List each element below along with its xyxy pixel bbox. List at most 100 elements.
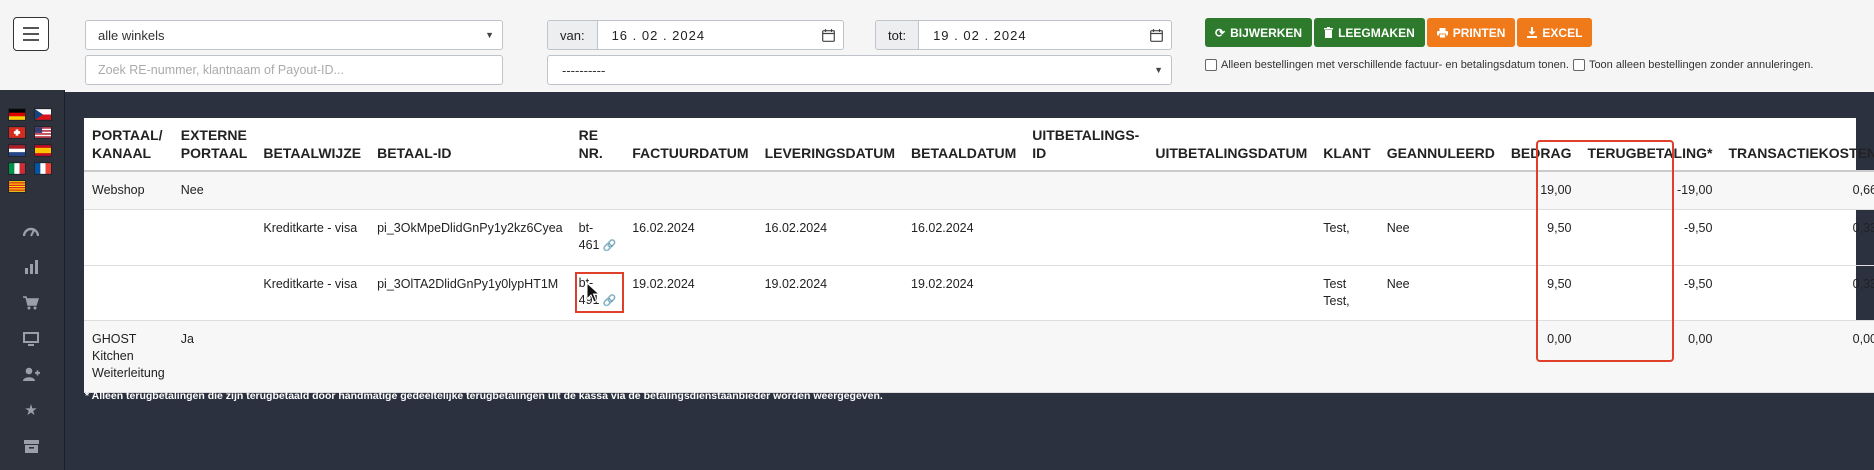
cell-refund: -9,50 (1579, 209, 1721, 266)
flag-us-icon[interactable] (34, 126, 52, 139)
date-to-label: tot: (876, 21, 920, 49)
calendar-icon[interactable] (1141, 21, 1171, 49)
flag-it-icon[interactable] (8, 162, 26, 175)
cell-payid: pi_3OkMpeDlidGnPy1y2kz6Cyea (369, 209, 571, 266)
cell-portal (84, 265, 173, 321)
flag-nl-icon[interactable] (8, 144, 26, 157)
chart-icon[interactable] (22, 258, 40, 276)
cell-fees: 0,66 (1720, 171, 1874, 210)
cell-method (255, 320, 370, 393)
results-panel: PORTAAL/KANAAL EXTERNE PORTAAL BETAALWIJZ… (84, 118, 1874, 393)
cell-method: Kreditkarte - visa (255, 209, 370, 266)
cell-payout-date (1147, 320, 1316, 393)
col-header-delivery-date[interactable]: LEVERINGSDATUM (756, 118, 903, 172)
flag-fr-icon[interactable] (34, 162, 52, 175)
cell-external: Ja (172, 320, 256, 393)
results-table: PORTAAL/KANAAL EXTERNE PORTAAL BETAALWIJZ… (84, 118, 1874, 393)
secondary-select[interactable]: ---------- ▼ (547, 55, 1172, 85)
cell-refund: -9,50 (1579, 265, 1721, 321)
footnote: * Alleen terugbetalingen die zijn terugb… (85, 390, 883, 402)
cell-delivery-date: 19.02.2024 (756, 265, 903, 321)
different-dates-label: Alleen bestellingen met verschillende fa… (1221, 59, 1569, 71)
different-dates-checkbox[interactable] (1205, 59, 1217, 71)
col-header-customer[interactable]: KLANT (1315, 118, 1379, 172)
star-icon[interactable]: ★ (22, 401, 40, 419)
table-row: GHOST Kitchen Weiterleitung Ja 0,00 0,00… (84, 320, 1874, 393)
table-header-row: PORTAAL/KANAAL EXTERNE PORTAAL BETAALWIJZ… (84, 118, 1874, 172)
no-cancellations-checkbox[interactable] (1572, 59, 1585, 71)
date-to-input[interactable]: 19 . 02 . 2024 (919, 21, 1141, 49)
clear-button[interactable]: LEEGMAKEN (1314, 18, 1425, 47)
col-header-refund[interactable]: TERUGBETALING* (1579, 118, 1721, 172)
cell-customer: Test Test, (1315, 265, 1379, 321)
cart-icon[interactable] (22, 294, 40, 312)
col-header-invoice-date[interactable]: FACTUURDATUM (624, 118, 757, 172)
cell-customer: Test, (1315, 209, 1379, 266)
calendar-icon[interactable] (813, 21, 843, 49)
cell-payid: pi_3OlTA2DlidGnPy1y0lypHT1M (369, 265, 571, 321)
cell-fees: 0,33 (1720, 265, 1874, 321)
table-row: Kreditkarte - visa pi_3OkMpeDlidGnPy1y2k… (84, 209, 1874, 266)
hamburger-icon (23, 27, 39, 29)
col-header-payment-date[interactable]: BETAALDATUM (903, 118, 1025, 172)
cell-payment-date: 16.02.2024 (903, 209, 1025, 266)
flag-ch-icon[interactable] (8, 126, 26, 139)
col-header-re[interactable]: RE NR. (570, 118, 625, 172)
cell-delivery-date: 16.02.2024 (756, 209, 903, 266)
col-header-external[interactable]: EXTERNE PORTAAL (172, 118, 256, 172)
store-select-value: alle winkels (98, 27, 165, 43)
excel-button[interactable]: EXCEL (1517, 18, 1593, 47)
mouse-cursor-icon (586, 282, 600, 303)
col-header-method[interactable]: BETAALWIJZE (255, 118, 370, 172)
cell-fees: 0,00 (1720, 320, 1874, 393)
search-field[interactable] (85, 55, 503, 85)
date-to-group: tot: 19 . 02 . 2024 (875, 20, 1172, 50)
flag-es-icon[interactable] (34, 144, 52, 157)
cell-invoice-date (624, 320, 757, 393)
cell-fees: 0,33 (1720, 209, 1874, 266)
col-header-payout-date[interactable]: UITBETALINGSDATUM (1147, 118, 1316, 172)
chevron-down-icon: ▼ (485, 30, 494, 40)
cell-amount: 9,50 (1502, 209, 1580, 266)
filter-checkboxes: Alleen bestellingen met verschillende fa… (1205, 59, 1813, 71)
print-button[interactable]: PRINTEN (1426, 18, 1516, 47)
language-flags (8, 108, 54, 193)
cell-payout-date (1147, 265, 1316, 321)
cell-cancelled: Nee (1378, 209, 1503, 266)
col-header-fees[interactable]: TRANSACTIEKOSTEN (1720, 118, 1874, 172)
store-select[interactable]: alle winkels ▼ (85, 20, 503, 50)
cell-customer (1315, 320, 1379, 393)
flag-de-icon[interactable] (8, 108, 26, 121)
col-header-amount[interactable]: BEDRAG (1502, 118, 1580, 172)
cell-payout-id (1024, 209, 1148, 266)
secondary-select-value: ---------- (562, 62, 606, 78)
flag-ca-icon[interactable] (8, 180, 26, 193)
search-input[interactable] (98, 63, 502, 77)
cell-amount: 0,00 (1502, 320, 1580, 393)
date-from-label: van: (548, 21, 598, 49)
cell-portal: GHOST Kitchen Weiterleitung (84, 320, 173, 393)
no-cancellations-label: Toon alleen bestellingen zonder annuleri… (1588, 59, 1814, 71)
cell-re[interactable]: bt-461 🔗 (570, 209, 625, 266)
sidebar: ★ (0, 0, 65, 470)
refresh-icon: ⟳ (1215, 25, 1226, 40)
archive-icon[interactable] (22, 437, 40, 455)
invoice-link[interactable]: bt-461 (579, 221, 600, 252)
cell-payid (369, 320, 571, 393)
monitor-icon[interactable] (22, 330, 40, 348)
col-header-cancelled[interactable]: GEANNULEERD (1378, 118, 1503, 172)
download-icon (1527, 27, 1538, 38)
cell-invoice-date (624, 171, 757, 210)
col-header-payout-id[interactable]: UITBETALINGS- ID (1024, 118, 1148, 172)
col-header-payid[interactable]: BETAAL-ID (369, 118, 571, 172)
trash-icon (1324, 27, 1334, 38)
link-icon: 🔗 (602, 240, 617, 252)
date-from-input[interactable]: 16 . 02 . 2024 (598, 21, 813, 49)
flag-cz-icon[interactable] (34, 108, 52, 121)
update-button[interactable]: ⟳ BIJWERKEN (1205, 18, 1313, 47)
dashboard-icon[interactable] (22, 222, 40, 240)
col-header-portal[interactable]: PORTAAL/KANAAL (84, 118, 173, 172)
user-plus-icon[interactable] (22, 365, 40, 383)
cell-payout-id (1024, 265, 1148, 321)
menu-toggle-button[interactable] (13, 17, 49, 51)
